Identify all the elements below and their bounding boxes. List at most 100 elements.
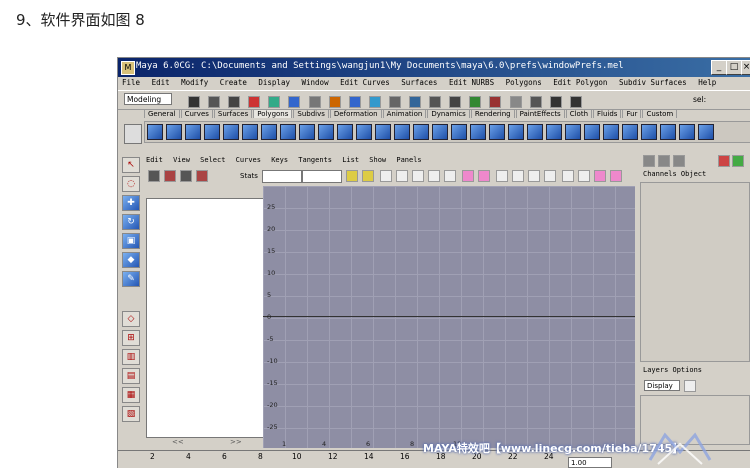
outliner-layout-icon[interactable]: ▤ bbox=[122, 368, 140, 384]
render-view-icon[interactable] bbox=[718, 155, 730, 167]
mode-selector[interactable]: Modeling bbox=[124, 93, 172, 105]
tab-deformation[interactable]: Deformation bbox=[329, 109, 382, 118]
snap-grid-icon[interactable] bbox=[308, 96, 321, 108]
tab-animation[interactable]: Animation bbox=[382, 109, 427, 118]
poly-pipe-icon[interactable] bbox=[299, 124, 315, 140]
insert-key-icon[interactable] bbox=[164, 170, 176, 182]
mirror-icon[interactable] bbox=[641, 124, 657, 140]
frame-all-icon[interactable] bbox=[346, 170, 358, 182]
display-dropdown-arrow-icon[interactable] bbox=[684, 380, 696, 392]
four-pane-layout-icon[interactable]: ⊞ bbox=[122, 330, 140, 346]
uv-texture-editor-icon[interactable] bbox=[698, 124, 714, 140]
unify-tangent-icon[interactable] bbox=[478, 170, 490, 182]
rotate-tool-icon[interactable]: ↻ bbox=[122, 214, 140, 230]
open-scene-icon[interactable] bbox=[208, 96, 221, 108]
split-polygon-icon[interactable] bbox=[546, 124, 562, 140]
add-key-icon[interactable] bbox=[180, 170, 192, 182]
free-weight-icon[interactable] bbox=[496, 170, 508, 182]
move-key-icon[interactable] bbox=[148, 170, 160, 182]
flat-tangent-icon[interactable] bbox=[428, 170, 440, 182]
perspective-layout-icon[interactable]: ▦ bbox=[122, 387, 140, 403]
cleanup-icon[interactable] bbox=[679, 124, 695, 140]
menu-polygons[interactable]: Polygons bbox=[506, 78, 542, 87]
poly-torus-icon[interactable] bbox=[242, 124, 258, 140]
outliner-list[interactable] bbox=[146, 198, 264, 438]
poly-prism-icon[interactable] bbox=[261, 124, 277, 140]
wedge-icon[interactable] bbox=[622, 124, 638, 140]
lasso-tool-icon[interactable]: ◌ bbox=[122, 176, 140, 192]
tab-custom[interactable]: Custom bbox=[642, 109, 678, 118]
append-polygon-icon[interactable] bbox=[565, 124, 581, 140]
pre-infinity-icon[interactable] bbox=[562, 170, 574, 182]
menu-help[interactable]: Help bbox=[698, 78, 716, 87]
snap-curve-icon[interactable] bbox=[328, 96, 341, 108]
stats-field-1[interactable] bbox=[262, 170, 302, 183]
extrude-face-icon[interactable] bbox=[508, 124, 524, 140]
menu-modify[interactable]: Modify bbox=[181, 78, 208, 87]
buffer-curve-icon[interactable] bbox=[544, 170, 556, 182]
output-icon[interactable] bbox=[489, 96, 502, 108]
tab-dynamics[interactable]: Dynamics bbox=[427, 109, 470, 118]
quadrangulate-icon[interactable] bbox=[489, 124, 505, 140]
poly-pyramid-icon[interactable] bbox=[280, 124, 296, 140]
menu-edit-nurbs[interactable]: Edit NURBS bbox=[449, 78, 494, 87]
render-globals-icon[interactable] bbox=[449, 96, 462, 108]
current-time-field[interactable]: 1.00 bbox=[568, 457, 612, 468]
manipulator-tool-icon[interactable]: ◆ bbox=[122, 252, 140, 268]
snap-view-icon[interactable] bbox=[368, 96, 381, 108]
channel-toggle-icon[interactable] bbox=[549, 96, 562, 108]
combine-icon[interactable] bbox=[337, 124, 353, 140]
poly-soccer-ball-icon[interactable] bbox=[318, 124, 334, 140]
poly-cone-icon[interactable] bbox=[204, 124, 220, 140]
reduce-icon[interactable] bbox=[660, 124, 676, 140]
outliner-scroll-right[interactable]: >> bbox=[230, 438, 242, 446]
panel-menu-panels[interactable]: Panels bbox=[396, 156, 421, 164]
close-button[interactable]: × bbox=[741, 60, 750, 75]
stats-field-2[interactable] bbox=[302, 170, 342, 183]
poly-plane-icon[interactable] bbox=[223, 124, 239, 140]
menu-file[interactable]: File bbox=[122, 78, 140, 87]
select-object-icon[interactable] bbox=[268, 96, 281, 108]
graph-editor-view[interactable] bbox=[263, 186, 635, 448]
poly-cylinder-icon[interactable] bbox=[185, 124, 201, 140]
smooth-icon[interactable] bbox=[451, 124, 467, 140]
spline-tangent-icon[interactable] bbox=[380, 170, 392, 182]
move-tool-icon[interactable]: ✚ bbox=[122, 195, 140, 211]
single-pane-layout-icon[interactable]: ◇ bbox=[122, 311, 140, 327]
shelf-menu-button[interactable] bbox=[124, 124, 142, 144]
linear-tangent-icon[interactable] bbox=[412, 170, 424, 182]
render-icon[interactable] bbox=[409, 96, 422, 108]
menu-edit-curves[interactable]: Edit Curves bbox=[340, 78, 390, 87]
channel-box-body[interactable] bbox=[640, 182, 750, 362]
boolean-union-icon[interactable] bbox=[394, 124, 410, 140]
tab-general[interactable]: General bbox=[144, 109, 180, 118]
snap-point-icon[interactable] bbox=[348, 96, 361, 108]
outliner-scroll-left[interactable]: << bbox=[172, 438, 184, 446]
hypershade-icon[interactable] bbox=[732, 155, 744, 167]
tab-curves[interactable]: Curves bbox=[180, 109, 213, 118]
merge-vertices-icon[interactable] bbox=[584, 124, 600, 140]
menu-edit-polygon[interactable]: Edit Polygon bbox=[553, 78, 607, 87]
toggle-icon[interactable] bbox=[529, 96, 542, 108]
display-dropdown[interactable]: Display bbox=[644, 380, 680, 391]
scale-tool-icon[interactable]: ▣ bbox=[122, 233, 140, 249]
minimize-button[interactable]: _ bbox=[711, 60, 727, 75]
extract-icon[interactable] bbox=[375, 124, 391, 140]
tab-cloth[interactable]: Cloth bbox=[565, 109, 593, 118]
boolean-intersection-icon[interactable] bbox=[432, 124, 448, 140]
lock-weight-icon[interactable] bbox=[512, 170, 524, 182]
attribute-editor-icon[interactable] bbox=[673, 155, 685, 167]
layer-editor-icon[interactable] bbox=[658, 155, 670, 167]
clamped-tangent-icon[interactable] bbox=[396, 170, 408, 182]
menu-surfaces[interactable]: Surfaces bbox=[401, 78, 437, 87]
step-tangent-icon[interactable] bbox=[444, 170, 456, 182]
layer-toggle-icon[interactable] bbox=[569, 96, 582, 108]
menu-create[interactable]: Create bbox=[220, 78, 247, 87]
panel-menu-edit[interactable]: Edit bbox=[146, 156, 163, 164]
panel-menu-show[interactable]: Show bbox=[369, 156, 386, 164]
unlock-weight-icon[interactable] bbox=[528, 170, 540, 182]
select-component-icon[interactable] bbox=[288, 96, 301, 108]
extrude-edge-icon[interactable] bbox=[527, 124, 543, 140]
select-hierarchy-icon[interactable] bbox=[248, 96, 261, 108]
normalize-icon[interactable] bbox=[610, 170, 622, 182]
